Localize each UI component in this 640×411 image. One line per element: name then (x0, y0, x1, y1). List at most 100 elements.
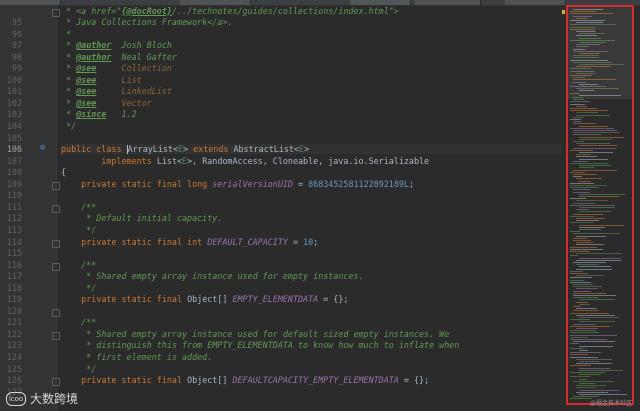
minimap-line (579, 321, 615, 323)
minimap-line (576, 268, 613, 270)
code-line[interactable]: */ (61, 283, 96, 293)
code-line[interactable]: /** (61, 317, 96, 327)
code-line[interactable]: * @see Collection (61, 63, 172, 73)
minimap-line (579, 374, 601, 376)
minimap-line (573, 141, 585, 142)
code-line[interactable]: /** (61, 260, 96, 270)
minimap-line (576, 112, 598, 114)
watermark: lcoo 大数跨境 (6, 390, 78, 407)
error-stripe-marker[interactable] (562, 10, 565, 14)
code-minimap[interactable] (566, 5, 634, 405)
minimap-line (573, 286, 602, 288)
code-line[interactable]: * @see LinkedList (61, 86, 172, 96)
minimap-line (570, 149, 593, 151)
minimap-line (579, 303, 590, 305)
code-line[interactable]: * distinguish this from EMPTY_ELEMENTDAT… (61, 340, 459, 350)
minimap-line (570, 110, 609, 112)
code-line[interactable]: * @since 1.2 (61, 109, 137, 119)
minimap-line (570, 187, 600, 189)
minimap-line (573, 292, 606, 294)
line-number: 117 (6, 271, 22, 282)
minimap-line (579, 266, 611, 268)
line-number: 100 (6, 74, 22, 85)
minimap-line (573, 176, 583, 178)
minimap-line (576, 328, 598, 329)
code-line[interactable]: */ (61, 121, 76, 131)
line-number: 125 (6, 363, 22, 374)
code-line[interactable]: * Java Collections Framework</a>. (61, 17, 232, 27)
code-line[interactable]: public class ArrayList<E> extends Abstra… (61, 144, 561, 155)
minimap-line (573, 147, 617, 149)
minimap-viewport[interactable] (568, 7, 632, 99)
minimap-line (579, 378, 588, 380)
minimap-line (573, 202, 596, 204)
minimap-line (576, 220, 600, 222)
minimap-line (576, 218, 606, 219)
code-line[interactable]: implements List<E>, RandomAccess, Clonea… (61, 156, 429, 166)
minimap-line (576, 178, 603, 180)
minimap-line (579, 158, 608, 160)
line-number: 109 (6, 178, 22, 189)
minimap-line (573, 160, 589, 162)
minimap-line (576, 385, 607, 387)
code-line[interactable]: * Shared empty array instance used for d… (61, 329, 449, 339)
minimap-line (573, 213, 604, 215)
minimap-line (570, 325, 610, 327)
override-icon[interactable]: ⊙ (40, 143, 45, 153)
code-line[interactable]: * @author Josh Bloch (61, 40, 172, 50)
minimap-line (576, 391, 608, 393)
minimap-line (573, 134, 601, 136)
minimap-line (573, 121, 583, 123)
minimap-line (576, 314, 615, 316)
code-line[interactable]: * first element is added. (61, 352, 212, 362)
code-line[interactable]: */ (61, 225, 96, 235)
code-line[interactable]: private static final Object[] EMPTY_ELEM… (61, 294, 348, 304)
minimap-line (576, 244, 604, 246)
line-number: 120 (6, 305, 22, 316)
code-line[interactable]: * @author Neal Gafter (61, 52, 177, 62)
minimap-line (570, 312, 610, 314)
code-line[interactable]: private static final long serialVersionU… (61, 179, 414, 189)
code-line[interactable]: * <a href="{@docRoot}/../technotes/guide… (61, 6, 399, 16)
line-number: 108 (6, 167, 22, 178)
minimap-line (576, 105, 588, 107)
line-number: 115 (6, 248, 22, 259)
line-number: 101 (6, 86, 22, 97)
code-line[interactable]: * @see List (61, 75, 142, 85)
minimap-line (576, 242, 593, 244)
minimap-line (573, 323, 597, 325)
minimap-line (570, 343, 579, 345)
code-line[interactable]: * @see Vector (61, 98, 152, 108)
code-line[interactable]: * Default initial capacity. (61, 213, 222, 223)
minimap-line (576, 308, 597, 310)
code-line[interactable]: { (61, 167, 66, 177)
minimap-line (570, 339, 607, 340)
minimap-line (573, 380, 615, 382)
code-editor[interactable]: * <a href="{@docRoot}/../technotes/guide… (57, 5, 563, 411)
minimap-line (570, 330, 596, 332)
minimap-line (570, 352, 601, 354)
minimap-line (579, 193, 625, 195)
minimap-line (576, 363, 613, 365)
code-line[interactable]: private static final Object[] DEFAULTCAP… (61, 375, 429, 385)
minimap-line (579, 136, 624, 138)
minimap-line (570, 204, 615, 206)
code-line[interactable]: /** (61, 202, 96, 212)
line-number: 112 (6, 213, 22, 224)
minimap-line (573, 116, 585, 118)
code-line[interactable]: */ (61, 364, 96, 374)
line-number: 105 (6, 132, 22, 143)
minimap-line (573, 132, 620, 134)
minimap-line (570, 127, 614, 129)
minimap-line (579, 350, 588, 351)
minimap-line (579, 226, 605, 228)
line-number-gutter[interactable]: 95 96 97 98 99 100 101 102 103 104 105 106 107 108 109… (0, 5, 60, 411)
minimap-line (573, 237, 588, 239)
minimap-line (579, 180, 592, 182)
code-line[interactable]: * Shared empty array instance used for e… (61, 271, 363, 281)
minimap-line (573, 130, 618, 131)
code-line[interactable]: private static final int DEFAULT_CAPACIT… (61, 237, 318, 247)
minimap-line (576, 259, 621, 261)
code-line[interactable]: * (61, 29, 71, 39)
minimap-line (579, 257, 621, 259)
